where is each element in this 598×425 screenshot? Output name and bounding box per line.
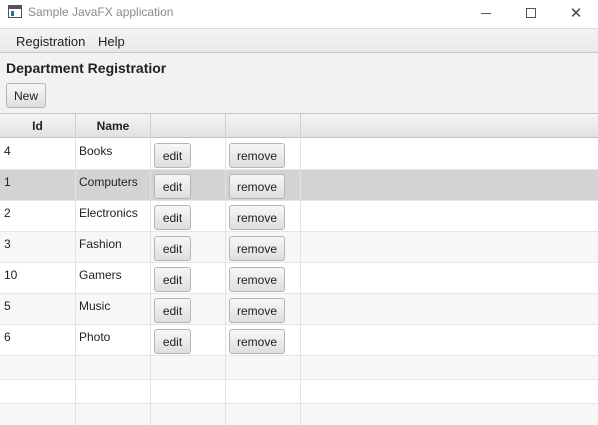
- name-cell: Gamers: [76, 263, 151, 294]
- name-value: Gamers: [79, 268, 122, 282]
- remove-cell: remove: [226, 170, 301, 201]
- table-row[interactable]: 3 Fashion edit remove: [0, 232, 598, 263]
- filler-cell: [301, 294, 598, 325]
- id-cell: 4: [0, 139, 76, 170]
- id-value: 10: [4, 268, 18, 282]
- edit-cell: edit: [151, 170, 226, 201]
- name-cell: Fashion: [76, 232, 151, 263]
- id-value: 6: [4, 330, 11, 344]
- edit-button[interactable]: edit: [154, 143, 191, 168]
- remove-cell: remove: [226, 325, 301, 356]
- id-cell: 6: [0, 325, 76, 356]
- departments-table: Id Name 4 Books edit remove 1 Computers edit re…: [0, 113, 598, 425]
- edit-cell: edit: [151, 294, 226, 325]
- menu-help[interactable]: Help: [98, 34, 125, 49]
- column-header-remove[interactable]: [226, 114, 301, 137]
- table-row[interactable]: 2 Electronics edit remove: [0, 201, 598, 232]
- name-cell: Music: [76, 294, 151, 325]
- table-row[interactable]: 10 Gamers edit remove: [0, 263, 598, 294]
- id-cell: 1: [0, 170, 76, 201]
- column-header-id[interactable]: Id: [0, 114, 76, 137]
- filler-cell: [301, 325, 598, 356]
- app-icon: [8, 5, 22, 18]
- remove-cell: remove: [226, 232, 301, 263]
- edit-cell: edit: [151, 325, 226, 356]
- empty-table-row: [0, 380, 598, 404]
- filler-cell: [301, 232, 598, 263]
- name-value: Computers: [79, 175, 138, 189]
- menu-registration[interactable]: Registration: [16, 34, 85, 49]
- id-cell: 2: [0, 201, 76, 232]
- empty-table-row: [0, 404, 598, 425]
- remove-cell: remove: [226, 294, 301, 325]
- filler-cell: [301, 201, 598, 232]
- column-header-edit[interactable]: [151, 114, 226, 137]
- name-value: Fashion: [79, 237, 122, 251]
- id-value: 2: [4, 206, 11, 220]
- menu-bar: Registration Help: [0, 28, 598, 53]
- table-row[interactable]: 1 Computers edit remove: [0, 170, 598, 201]
- edit-cell: edit: [151, 139, 226, 170]
- remove-button[interactable]: remove: [229, 267, 285, 292]
- name-value: Books: [79, 144, 113, 158]
- close-icon: ✕: [569, 5, 583, 22]
- id-cell: 5: [0, 294, 76, 325]
- edit-cell: edit: [151, 263, 226, 294]
- page-title: Department Registratior: [6, 60, 167, 76]
- maximize-icon: [526, 8, 536, 18]
- maximize-button[interactable]: [508, 0, 554, 26]
- filler-cell: [301, 170, 598, 201]
- name-value: Electronics: [79, 206, 138, 220]
- edit-button[interactable]: edit: [154, 298, 191, 323]
- remove-button[interactable]: remove: [229, 143, 285, 168]
- remove-button[interactable]: remove: [229, 174, 285, 199]
- id-value: 3: [4, 237, 11, 251]
- id-cell: 3: [0, 232, 76, 263]
- remove-button[interactable]: remove: [229, 236, 285, 261]
- table-row[interactable]: 5 Music edit remove: [0, 294, 598, 325]
- filler-cell: [301, 139, 598, 170]
- edit-button[interactable]: edit: [154, 267, 191, 292]
- remove-button[interactable]: remove: [229, 205, 285, 230]
- title-bar: Sample JavaFX application ✕: [0, 0, 598, 27]
- remove-button[interactable]: remove: [229, 329, 285, 354]
- name-cell: Electronics: [76, 201, 151, 232]
- column-header-name[interactable]: Name: [76, 114, 151, 137]
- edit-button[interactable]: edit: [154, 174, 191, 199]
- id-value: 1: [4, 175, 11, 189]
- minimize-button[interactable]: [463, 0, 509, 26]
- window-title: Sample JavaFX application: [28, 5, 174, 19]
- remove-cell: remove: [226, 201, 301, 232]
- id-value: 4: [4, 144, 11, 158]
- empty-table-row: [0, 356, 598, 380]
- minimize-icon: [481, 12, 491, 14]
- name-value: Music: [79, 299, 111, 313]
- edit-cell: edit: [151, 201, 226, 232]
- name-value: Photo: [79, 330, 111, 344]
- close-button[interactable]: ✕: [553, 0, 598, 26]
- edit-cell: edit: [151, 232, 226, 263]
- remove-cell: remove: [226, 263, 301, 294]
- remove-cell: remove: [226, 139, 301, 170]
- edit-button[interactable]: edit: [154, 236, 191, 261]
- table-row[interactable]: 6 Photo edit remove: [0, 325, 598, 356]
- name-cell: Books: [76, 139, 151, 170]
- new-button[interactable]: New: [6, 83, 46, 108]
- name-cell: Computers: [76, 170, 151, 201]
- name-cell: Photo: [76, 325, 151, 356]
- table-row[interactable]: 4 Books edit remove: [0, 139, 598, 170]
- id-cell: 10: [0, 263, 76, 294]
- column-header-filler: [301, 114, 598, 137]
- table-header: Id Name: [0, 114, 598, 138]
- remove-button[interactable]: remove: [229, 298, 285, 323]
- edit-button[interactable]: edit: [154, 205, 191, 230]
- id-value: 5: [4, 299, 11, 313]
- edit-button[interactable]: edit: [154, 329, 191, 354]
- filler-cell: [301, 263, 598, 294]
